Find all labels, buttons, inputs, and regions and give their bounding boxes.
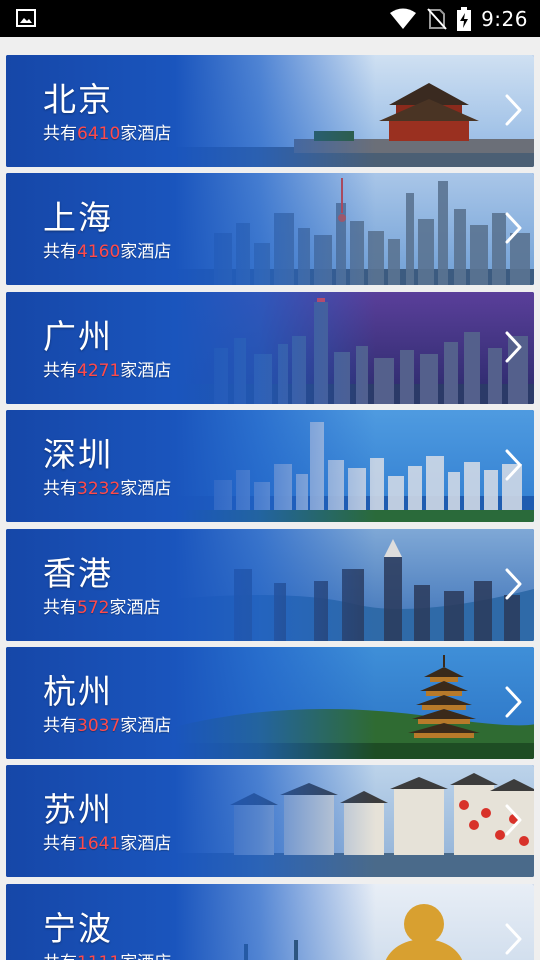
hotel-count-number: 3232 [77,479,121,500]
hotel-count-prefix: 共有 [43,479,77,500]
city-name: 北京 [43,80,113,119]
hotel-count-prefix: 共有 [43,124,77,144]
hotel-count: 共有4160家酒店 [43,237,171,262]
hotel-count: 共有1111家酒店 [43,948,171,960]
city-card-1[interactable]: 上海 共有4160家酒店 [6,173,534,286]
hotel-count-prefix: 共有 [43,716,77,736]
chevron-right-icon[interactable] [504,448,524,482]
chevron-right-icon[interactable] [504,93,524,127]
city-card-3[interactable]: 深圳 共有3232家酒店 [6,410,534,523]
hotel-count: 共有3232家酒店 [43,474,171,499]
chevron-right-icon[interactable] [504,211,524,245]
city-card-0[interactable]: 北京 共有6410家酒店 [6,55,534,167]
hotel-count-suffix: 家酒店 [109,597,161,618]
hotel-count: 共有4271家酒店 [43,356,171,381]
hotel-count-suffix: 家酒店 [120,834,172,855]
wifi-icon [390,8,417,29]
city-hotel-list[interactable]: 北京 共有6410家酒店 上海 共有4160家酒店 广州 共有4271家酒店 深圳 共有323… [0,37,540,960]
city-card-2[interactable]: 广州 共有4271家酒店 [6,291,534,404]
city-card-6[interactable]: 苏州 共有1641家酒店 [6,765,534,878]
status-bar: 9:26 [0,0,540,37]
no-sim-icon [427,8,447,30]
hotel-count-number: 4271 [77,360,121,381]
hotel-count-prefix: 共有 [43,597,77,618]
city-name: 宁波 [43,908,113,948]
hotel-count-number: 4160 [77,242,121,263]
chevron-right-icon[interactable] [504,922,524,956]
hotel-count: 共有6410家酒店 [43,119,171,144]
hotel-count-suffix: 家酒店 [120,242,172,263]
hotel-count-suffix: 家酒店 [120,716,172,736]
chevron-right-icon[interactable] [504,685,524,719]
hotel-count-number: 3037 [77,716,121,736]
hotel-count-number: 572 [77,597,110,618]
chevron-right-icon[interactable] [504,330,524,364]
city-card-7[interactable]: 宁波共有1111家酒店 [6,883,534,960]
chevron-right-icon[interactable] [504,567,524,601]
clock: 9:26 [481,7,528,31]
hotel-count: 共有572家酒店 [43,593,160,618]
city-name: 上海 [43,198,113,238]
hotel-count-suffix: 家酒店 [120,953,171,960]
hotel-count: 共有3037家酒店 [43,711,171,736]
image-icon [16,9,36,27]
hotel-count-prefix: 共有 [43,242,77,263]
city-name: 香港 [43,553,113,593]
hotel-count-prefix: 共有 [43,834,77,855]
city-card-4[interactable]: 香港 共有572家酒店 [6,528,534,641]
hotel-count-prefix: 共有 [43,953,77,960]
hotel-count-prefix: 共有 [43,360,77,381]
chevron-right-icon[interactable] [504,803,524,837]
hotel-count-suffix: 家酒店 [120,360,172,381]
hotel-count: 共有1641家酒店 [43,829,171,854]
city-name: 广州 [43,316,113,356]
city-card-5[interactable]: 杭州 共有3037家酒店 [6,647,534,759]
hotel-count-number: 1111 [77,953,120,960]
city-name: 杭州 [43,672,113,711]
hotel-count-suffix: 家酒店 [120,124,172,144]
city-name: 苏州 [43,790,113,830]
hotel-count-suffix: 家酒店 [120,479,172,500]
battery-charging-icon [457,7,472,31]
hotel-count-number: 1641 [77,834,121,855]
city-name: 深圳 [43,435,113,475]
hotel-count-number: 6410 [77,124,121,144]
